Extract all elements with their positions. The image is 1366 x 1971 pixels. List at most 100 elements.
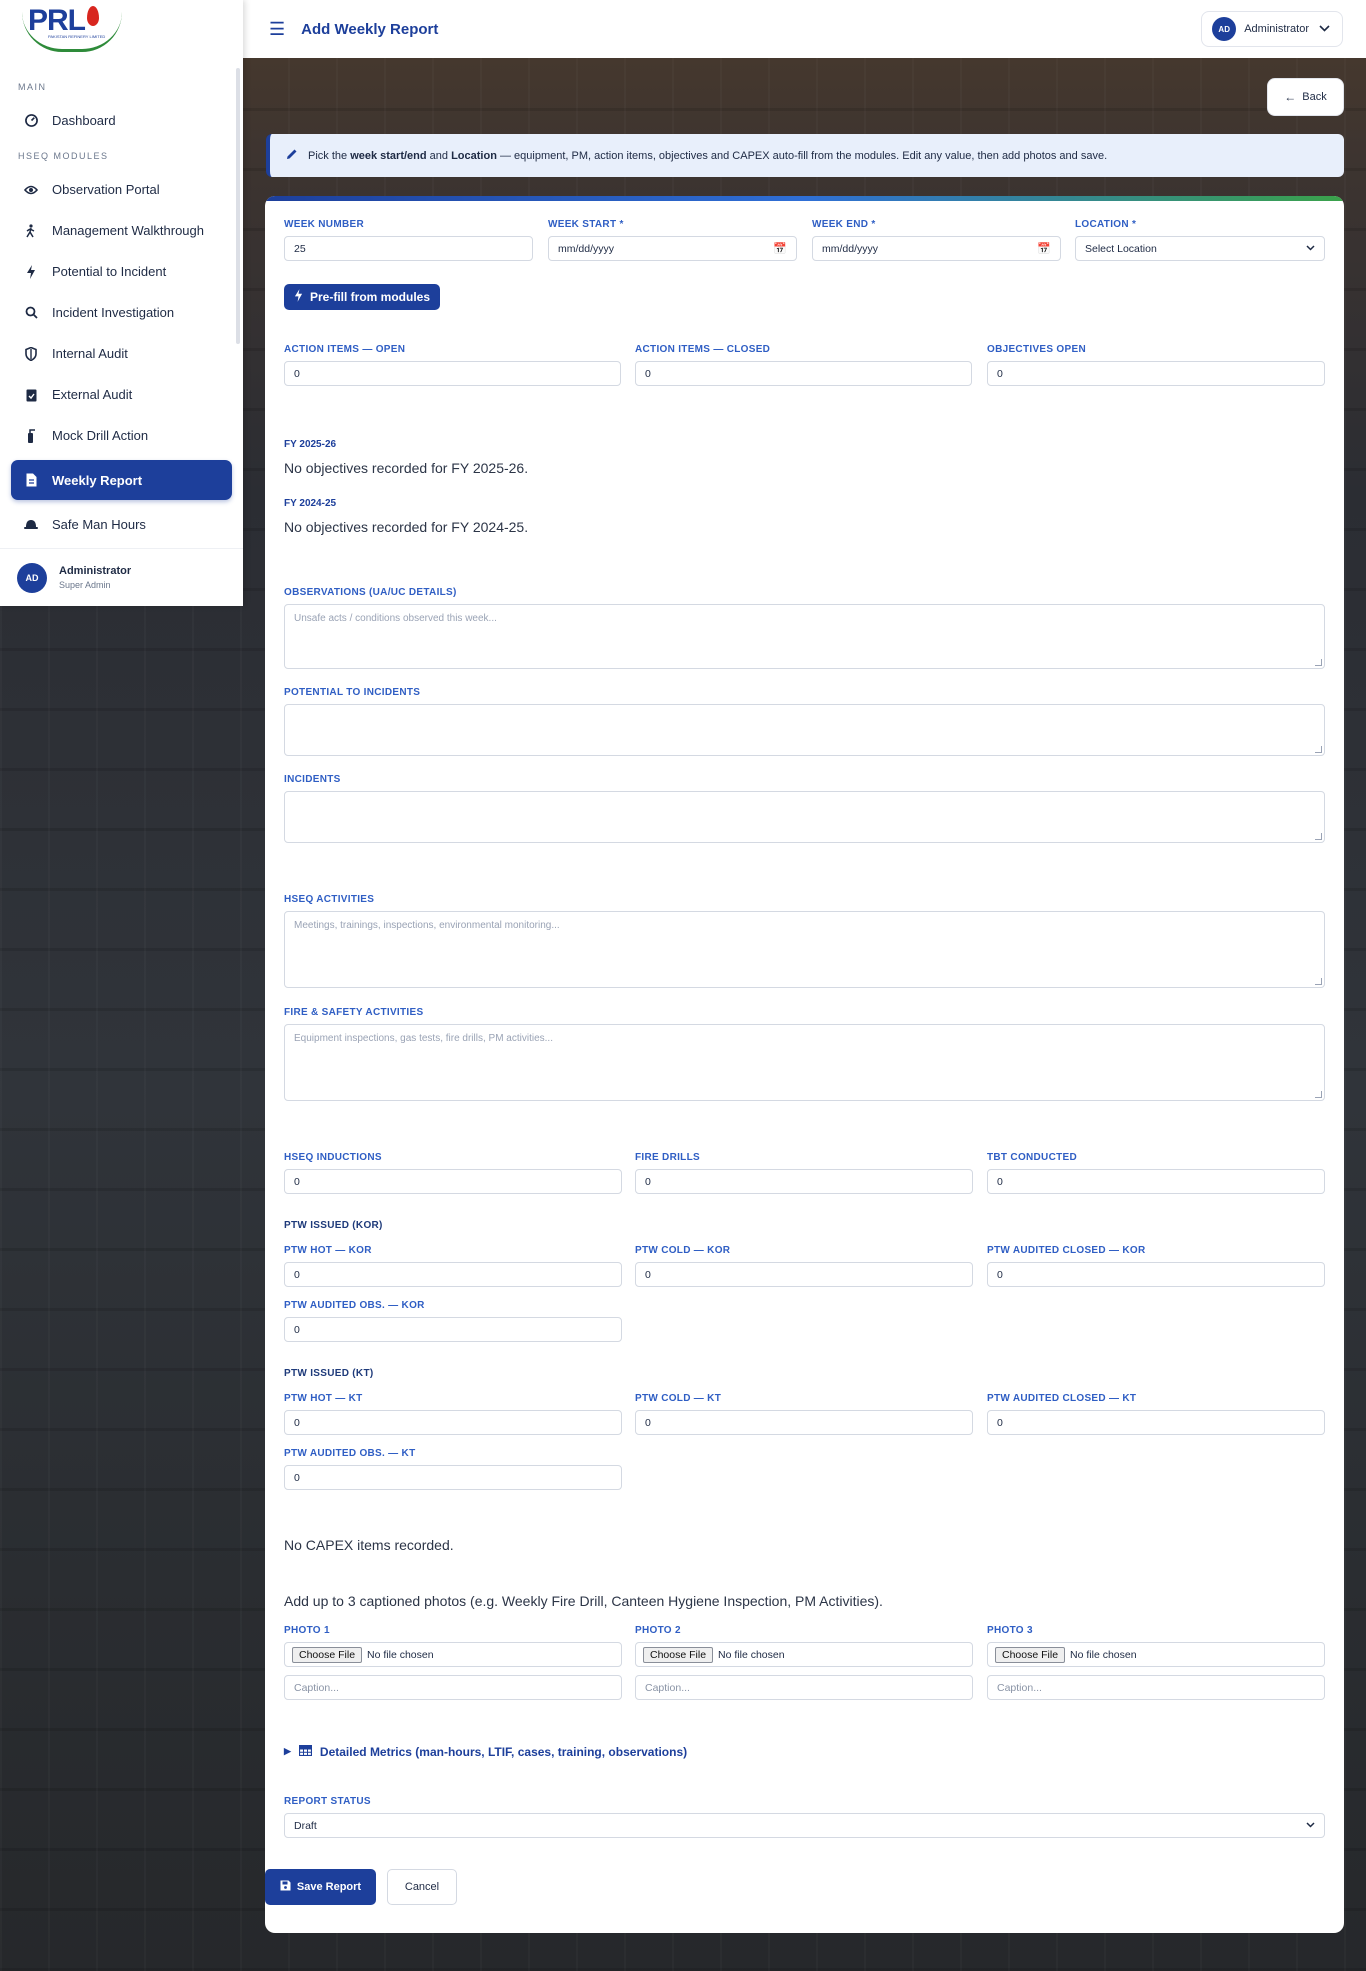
photo-3-file-input[interactable]: Choose File No file chosen	[987, 1642, 1325, 1667]
detailed-metrics-toggle[interactable]: ▶ Detailed Metrics (man-hours, LTIF, cas…	[284, 1744, 687, 1759]
capex-empty-text: No CAPEX items recorded.	[284, 1537, 454, 1553]
sidebar-item-management-walkthrough[interactable]: Management Walkthrough	[11, 214, 232, 247]
fy-2024-empty-text: No objectives recorded for FY 2024-25.	[284, 519, 529, 535]
photo-2-label: PHOTO 2	[635, 1625, 681, 1636]
location-select[interactable]: Select Location	[1075, 236, 1325, 261]
fire-safety-label: FIRE & SAFETY ACTIVITIES	[284, 1007, 424, 1018]
sidebar-item-label: Safe Man Hours	[52, 517, 146, 532]
ptw-audited-obs-kor-input[interactable]: 0	[284, 1317, 622, 1342]
action-open-input[interactable]: 0	[284, 361, 621, 386]
photo-2-caption-input[interactable]: Caption...	[635, 1675, 973, 1700]
hseq-activities-label: HSEQ ACTIVITIES	[284, 894, 375, 905]
sidebar-item-internal-audit[interactable]: Internal Audit	[11, 337, 232, 370]
fy-2024-heading: FY 2024-25	[284, 498, 337, 509]
photo-1-label: PHOTO 1	[284, 1625, 330, 1636]
choose-file-button[interactable]: Choose File	[643, 1646, 714, 1663]
user-name: Administrator	[1244, 23, 1309, 35]
sidebar-item-dashboard[interactable]: Dashboard	[11, 104, 232, 137]
photo-3-label: PHOTO 3	[987, 1625, 1033, 1636]
ptw-audited-obs-kor-label: PTW AUDITED OBS. — KOR	[284, 1300, 425, 1311]
tbt-conducted-input[interactable]: 0	[987, 1169, 1325, 1194]
sidebar-user-role: Super Admin	[59, 580, 111, 590]
save-report-button[interactable]: Save Report	[265, 1869, 376, 1905]
fire-safety-textarea[interactable]: Equipment inspections, gas tests, fire d…	[284, 1024, 1325, 1101]
sidebar-item-label: Incident Investigation	[52, 305, 175, 320]
photo-1-file-input[interactable]: Choose File No file chosen	[284, 1642, 622, 1667]
ptw-hot-kor-input[interactable]: 0	[284, 1262, 622, 1287]
fire-drills-input[interactable]: 0	[635, 1169, 973, 1194]
sidebar-user[interactable]: AD Administrator Super Admin	[0, 548, 243, 606]
report-status-select[interactable]: Draft	[284, 1813, 1325, 1838]
table-icon	[298, 1744, 313, 1759]
banner-text: Pick the week start/end and Location — e…	[308, 149, 1108, 162]
ptw-cold-kor-input[interactable]: 0	[635, 1262, 973, 1287]
sidebar-item-mock-drill-action[interactable]: Mock Drill Action	[11, 419, 232, 452]
dashboard-icon	[24, 114, 38, 128]
photos-help-text: Add up to 3 captioned photos (e.g. Weekl…	[284, 1593, 883, 1609]
sidebar-item-label: Management Walkthrough	[52, 223, 204, 238]
ptw-audited-closed-kor-input[interactable]: 0	[987, 1262, 1325, 1287]
sidebar-item-weekly-report[interactable]: Weekly Report	[11, 460, 232, 500]
tbt-conducted-label: TBT CONDUCTED	[987, 1152, 1078, 1163]
back-button[interactable]: ← Back	[1267, 78, 1344, 116]
bolt-icon	[294, 289, 303, 305]
cancel-button[interactable]: Cancel	[387, 1869, 457, 1905]
objectives-open-input[interactable]: 0	[987, 361, 1325, 386]
walking-icon	[24, 223, 38, 238]
week-number-label: WEEK NUMBER	[284, 219, 364, 230]
choose-file-button[interactable]: Choose File	[995, 1646, 1066, 1663]
sidebar-item-safe-man-hours[interactable]: Safe Man Hours	[11, 508, 232, 541]
calendar-icon[interactable]: 📅	[773, 242, 787, 255]
objectives-open-label: OBJECTIVES OPEN	[987, 344, 1086, 355]
shield-icon	[24, 346, 38, 361]
section-label-hseq: HSEQ MODULES	[18, 151, 109, 161]
week-start-input[interactable]: mm/dd/yyyy 📅	[548, 236, 797, 261]
potential-label: POTENTIAL TO INCIDENTS	[284, 687, 421, 698]
calendar-icon[interactable]: 📅	[1037, 242, 1051, 255]
hseq-inductions-input[interactable]: 0	[284, 1169, 622, 1194]
fire-drills-label: FIRE DRILLS	[635, 1152, 700, 1163]
ptw-hot-kt-input[interactable]: 0	[284, 1410, 622, 1435]
sidebar-scrollbar[interactable]	[236, 68, 240, 344]
incidents-label: INCIDENTS	[284, 774, 341, 785]
menu-icon[interactable]: ☰	[269, 19, 285, 40]
chevron-down-icon	[1306, 1820, 1315, 1831]
caret-right-icon: ▶	[284, 1746, 291, 1756]
sidebar-item-observation-portal[interactable]: Observation Portal	[11, 173, 232, 206]
fy-2025-heading: FY 2025-26	[284, 439, 337, 450]
sidebar-item-external-audit[interactable]: External Audit	[11, 378, 232, 411]
potential-textarea[interactable]	[284, 704, 1325, 756]
choose-file-button[interactable]: Choose File	[292, 1646, 363, 1663]
sidebar-item-potential-to-incident[interactable]: Potential to Incident	[11, 255, 232, 288]
photo-1-caption-input[interactable]: Caption...	[284, 1675, 622, 1700]
user-menu-button[interactable]: AD Administrator	[1201, 11, 1343, 47]
prl-logo[interactable]: PRL PAKISTAN REFINERY LIMITED	[0, 0, 243, 58]
chevron-down-icon	[1306, 243, 1315, 254]
file-status: No file chosen	[718, 1648, 785, 1661]
sidebar-item-incident-investigation[interactable]: Incident Investigation	[11, 296, 232, 329]
sidebar-item-label: Internal Audit	[52, 346, 128, 361]
ptw-kt-heading: PTW ISSUED (KT)	[284, 1368, 374, 1379]
photo-2-file-input[interactable]: Choose File No file chosen	[635, 1642, 973, 1667]
pencil-icon	[286, 148, 298, 163]
photo-3-caption-input[interactable]: Caption...	[987, 1675, 1325, 1700]
week-end-input[interactable]: mm/dd/yyyy 📅	[812, 236, 1061, 261]
incidents-textarea[interactable]	[284, 791, 1325, 843]
ptw-cold-kt-input[interactable]: 0	[635, 1410, 973, 1435]
ptw-hot-kor-label: PTW HOT — KOR	[284, 1245, 372, 1256]
search-icon	[24, 306, 38, 320]
observations-textarea[interactable]: Unsafe acts / conditions observed this w…	[284, 604, 1325, 669]
week-number-input[interactable]: 25	[284, 236, 533, 261]
hseq-activities-textarea[interactable]: Meetings, trainings, inspections, enviro…	[284, 911, 1325, 988]
ptw-audited-obs-kt-input[interactable]: 0	[284, 1465, 622, 1490]
observations-label: OBSERVATIONS (UA/UC DETAILS)	[284, 587, 457, 598]
ptw-audited-closed-kt-input[interactable]: 0	[987, 1410, 1325, 1435]
fire-extinguisher-icon	[24, 428, 38, 443]
action-closed-input[interactable]: 0	[635, 361, 972, 386]
weekly-report-form: WEEK NUMBER 25 WEEK START * mm/dd/yyyy 📅 …	[265, 196, 1344, 1933]
info-banner: Pick the week start/end and Location — e…	[266, 134, 1344, 177]
sidebar-item-label: External Audit	[52, 387, 133, 402]
sidebar-item-label: Potential to Incident	[52, 264, 167, 279]
ptw-hot-kt-label: PTW HOT — KT	[284, 1393, 363, 1404]
prefill-button[interactable]: Pre-fill from modules	[284, 284, 441, 310]
